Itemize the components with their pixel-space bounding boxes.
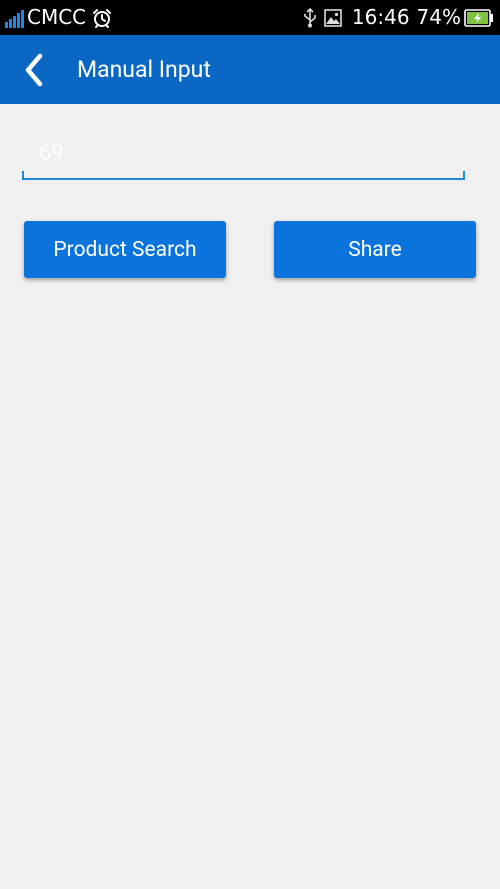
manual-input-wrapper [22,130,465,180]
signal-icon [5,8,25,28]
status-bar: CMCC 16:46 74% [0,0,500,35]
share-button[interactable]: Share [274,221,476,278]
clock: 16:46 [351,5,410,29]
product-search-label: Product Search [53,237,197,262]
back-button[interactable] [16,51,52,89]
input-underline [22,171,465,180]
app-bar: Manual Input [0,35,500,104]
usb-icon [304,7,316,27]
gallery-icon [324,8,342,27]
battery-percent: 74% [416,5,461,29]
share-label: Share [348,237,402,262]
carrier-label: CMCC [27,5,87,29]
alarm-icon [93,8,112,28]
status-left: CMCC [5,0,112,35]
status-right: 16:46 74% [302,0,494,35]
barcode-input[interactable] [22,130,465,176]
battery-charging-icon [464,8,493,27]
product-search-button[interactable]: Product Search [24,221,226,278]
back-chevron-icon [25,53,43,87]
screen: CMCC 16:46 74% Manual Input 69 Product S… [0,0,500,889]
page-title: Manual Input [77,56,211,83]
